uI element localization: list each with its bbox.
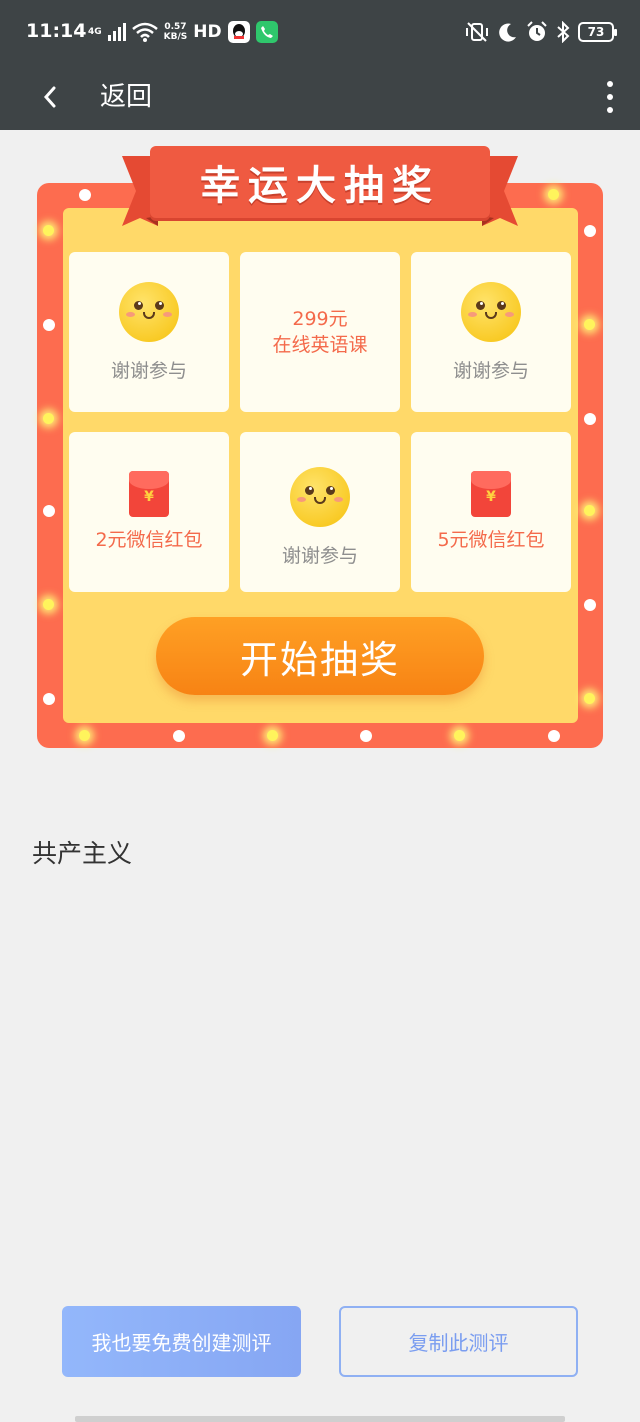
prize-cell-5: 谢谢参与 xyxy=(240,432,400,592)
light-bulb xyxy=(584,693,595,704)
qq-icon xyxy=(227,21,250,43)
network-type: 4G xyxy=(88,26,102,37)
phone-call-icon xyxy=(255,21,278,43)
battery-level: 73 xyxy=(587,25,605,39)
status-time: 11:14 xyxy=(26,20,87,42)
title-ribbon: 幸运大抽奖 xyxy=(118,146,522,230)
prize-cell-3: 谢谢参与 xyxy=(411,252,571,412)
evaluation-caption: 共产主义 xyxy=(32,839,133,868)
battery-icon: 73 xyxy=(578,22,617,42)
light-bulb xyxy=(43,319,55,331)
status-right-icons: 73 xyxy=(464,18,617,46)
start-draw-button[interactable]: 开始抽奖 xyxy=(156,617,484,695)
red-envelope-icon: ¥ xyxy=(129,471,169,517)
prize-label: 谢谢参与 xyxy=(452,359,529,382)
light-bulb xyxy=(584,413,596,425)
light-bulb xyxy=(43,693,55,705)
prize-cell-4: ¥ 2元微信红包 xyxy=(69,432,229,592)
light-bulb xyxy=(43,413,54,424)
more-menu-button[interactable] xyxy=(598,72,622,122)
wifi-icon xyxy=(131,22,158,42)
red-envelope-icon: ¥ xyxy=(471,471,511,517)
moon-icon xyxy=(499,23,516,42)
light-bulb xyxy=(79,189,91,201)
light-bulb xyxy=(43,599,54,610)
status-bar: 11:14 4G 0.57 KB/S HD 73 xyxy=(0,0,640,64)
prize-label: 谢谢参与 xyxy=(110,359,187,382)
prize-cell-1: 谢谢参与 xyxy=(69,252,229,412)
light-bulb xyxy=(584,505,595,516)
status-left-icons: 4G 0.57 KB/S HD xyxy=(88,18,278,46)
prize-cell-2: 299元 在线英语课 xyxy=(240,252,400,412)
app-bar: 返回 xyxy=(0,64,640,130)
create-evaluation-button[interactable]: 我也要免费创建测评 xyxy=(62,1306,301,1377)
light-bulb xyxy=(43,225,54,236)
prize-label: 5元微信红包 xyxy=(437,529,545,551)
smiley-face-icon xyxy=(290,466,350,527)
prize-label: 2元微信红包 xyxy=(95,529,203,551)
dot-icon xyxy=(607,81,613,87)
copy-evaluation-button[interactable]: 复制此测评 xyxy=(339,1306,578,1377)
dot-icon xyxy=(607,94,613,100)
network-speed: 0.57 KB/S xyxy=(163,22,188,42)
bottom-strip xyxy=(75,1416,565,1422)
back-label[interactable]: 返回 xyxy=(100,76,152,118)
light-bulb xyxy=(584,225,596,237)
smiley-face-icon xyxy=(461,281,521,342)
light-bulb xyxy=(584,599,596,611)
light-bulb xyxy=(43,505,55,517)
back-button[interactable] xyxy=(30,76,70,118)
chevron-left-icon xyxy=(43,86,56,108)
smiley-face-icon xyxy=(119,281,179,342)
prize-cell-6: ¥ 5元微信红包 xyxy=(411,432,571,592)
light-bulb xyxy=(548,730,560,742)
prize-label: 在线英语课 xyxy=(272,334,368,356)
light-bulb xyxy=(360,730,372,742)
alarm-icon xyxy=(527,21,547,41)
light-bulb xyxy=(584,319,595,330)
ribbon-banner: 幸运大抽奖 xyxy=(150,146,490,218)
dot-icon xyxy=(607,107,613,113)
hd-indicator: HD xyxy=(193,22,222,42)
light-bulb xyxy=(173,730,185,742)
signal-icon xyxy=(107,23,126,41)
light-bulb xyxy=(454,730,465,741)
light-bulb xyxy=(79,730,90,741)
bluetooth-icon xyxy=(557,21,570,43)
lottery-title: 幸运大抽奖 xyxy=(200,163,440,209)
light-bulb xyxy=(548,189,559,200)
vibrate-off-icon xyxy=(466,22,488,42)
light-bulb xyxy=(267,730,278,741)
prize-label: 谢谢参与 xyxy=(281,544,358,567)
prize-amount: 299元 xyxy=(292,308,348,330)
